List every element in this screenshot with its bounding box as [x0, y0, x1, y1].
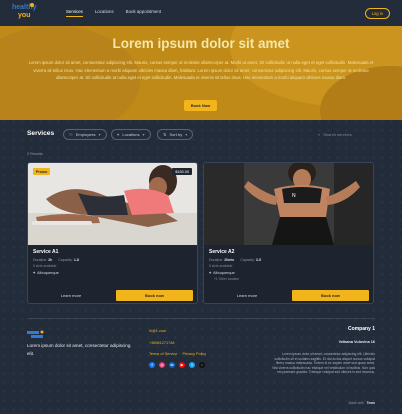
powered-by[interactable]: Made with Team [349, 401, 375, 405]
terms-link[interactable]: Terms of Service [149, 352, 177, 356]
svg-text:N: N [292, 193, 296, 199]
logo-line2: you [18, 12, 31, 19]
chevron-down-icon: ▾ [142, 132, 145, 137]
location: ⌖ Albuquerque [33, 271, 59, 275]
logo-dot [30, 3, 34, 7]
book-now-button[interactable]: Book now [116, 290, 193, 301]
book-now-button[interactable]: Book now [292, 290, 369, 301]
service-photo: Promo $150.00 [28, 163, 197, 245]
brand-logo[interactable]: healthy you [12, 3, 44, 22]
instagram-icon[interactable]: ◎ [159, 362, 165, 368]
footer-email[interactable]: hi@1.com [149, 326, 206, 338]
footer-tagline: Lorem ipsum dolor sit amet, consectetur … [27, 343, 131, 356]
availability-text: 5 slots available [33, 264, 57, 268]
location-pin-icon: ⌖ [33, 271, 36, 275]
nav-book-appointment[interactable]: Book appointment [126, 9, 161, 17]
separator-dot: · [179, 352, 181, 356]
duration-label: Duration: [209, 258, 224, 262]
footer-divider [27, 318, 375, 319]
locations-filter[interactable]: ⌖ Locations ▾ [111, 129, 151, 140]
login-button[interactable]: Log in [364, 7, 390, 19]
location-pin-icon: ⌖ [117, 132, 120, 137]
powered-brand: Team [366, 401, 375, 405]
facebook-icon[interactable]: f [149, 362, 155, 368]
social-links: f ◎ in ▶ t ♪ [149, 362, 205, 368]
sort-filter-label: Sort by [169, 132, 183, 137]
search-icon: ⌕ [318, 132, 321, 137]
tiktok-icon[interactable]: ♪ [199, 362, 205, 368]
people-icon: ⚇ [69, 132, 73, 137]
sort-icon: ⇅ [163, 132, 167, 137]
duration-label: Duration: [33, 258, 48, 262]
book-now-button[interactable]: Book Now [184, 100, 217, 111]
employees-filter-label: Employees [75, 132, 96, 137]
chevron-down-icon: ▾ [98, 132, 101, 137]
duration-value: 2h [48, 258, 53, 262]
main-nav: Services Locations Book appointment [66, 9, 161, 17]
hero-title: Lorem ipsum dolor sit amet [112, 36, 290, 51]
price-tag: $150.00 [172, 168, 192, 175]
footer-contact: hi@1.com +38961271748 Terms of Service · P… [149, 326, 206, 361]
youtube-icon[interactable]: ▶ [179, 362, 185, 368]
location-pin-icon: ⌖ [209, 271, 212, 275]
service-card: Promo $150.00 Service A1 Duration: 2h Ca… [27, 162, 198, 304]
privacy-link[interactable]: Privacy Policy [183, 352, 207, 356]
powered-label: Made with [348, 401, 364, 405]
learn-more-button[interactable]: Learn more [209, 290, 285, 301]
search-placeholder: Search services [323, 132, 352, 137]
hero-description: Lorem ipsum dolor sit amet, consectetur … [28, 60, 374, 81]
locations-filter-label: Locations [122, 132, 140, 137]
top-navbar: healthy you Services Locations Book appo… [0, 0, 402, 26]
results-count: 2 Results [27, 152, 43, 156]
other-locations[interactable]: +1 Other location [214, 277, 239, 281]
service-meta: Duration: 2h Capacity: 1-8 [33, 258, 79, 262]
availability-text: 5 slots available [209, 264, 233, 268]
promo-badge: Promo [33, 168, 51, 175]
capacity-label: Capacity: [58, 258, 73, 262]
location-name: Albuquerque [213, 271, 235, 275]
nav-locations[interactable]: Locations [95, 9, 114, 17]
chevron-down-icon: ▾ [185, 132, 188, 137]
sort-filter[interactable]: ⇅ Sort by ▾ [157, 129, 194, 140]
linkedin-icon[interactable]: in [169, 362, 175, 368]
capacity-value: 1-8 [73, 258, 79, 262]
learn-more-button[interactable]: Learn more [33, 290, 109, 301]
logo-line1: healthy [12, 4, 37, 11]
location-name: Albuquerque [37, 271, 59, 275]
company-name: Company 1 [348, 326, 375, 332]
hero-banner: Lorem ipsum dolor sit amet Lorem ipsum d… [0, 26, 402, 120]
footer-phone[interactable]: +38961271748 [149, 338, 206, 350]
employees-filter[interactable]: ⚇ Employees ▾ [63, 129, 107, 140]
capacity-label: Capacity: [240, 258, 255, 262]
company-address: Velbana Vulovina 16 [338, 340, 375, 344]
footer-logo[interactable] [27, 326, 45, 338]
service-photo: N [204, 163, 373, 245]
service-name[interactable]: Service A1 [33, 249, 58, 255]
location: ⌖ Albuquerque [209, 271, 235, 275]
capacity-value: 3-5 [255, 258, 261, 262]
company-about: Lorem ipsum dolor sit amet, consectetur … [272, 352, 375, 375]
service-card: N Service A2 Duration: 20min Capacity: 3… [203, 162, 374, 304]
services-heading: Services [27, 130, 55, 137]
twitter-icon[interactable]: t [189, 362, 195, 368]
service-meta: Duration: 20min Capacity: 3-5 [209, 258, 261, 262]
service-name[interactable]: Service A2 [209, 249, 234, 255]
nav-services[interactable]: Services [66, 9, 83, 17]
search-input[interactable]: ⌕ Search services [318, 129, 376, 140]
duration-value: 20min [224, 258, 235, 262]
